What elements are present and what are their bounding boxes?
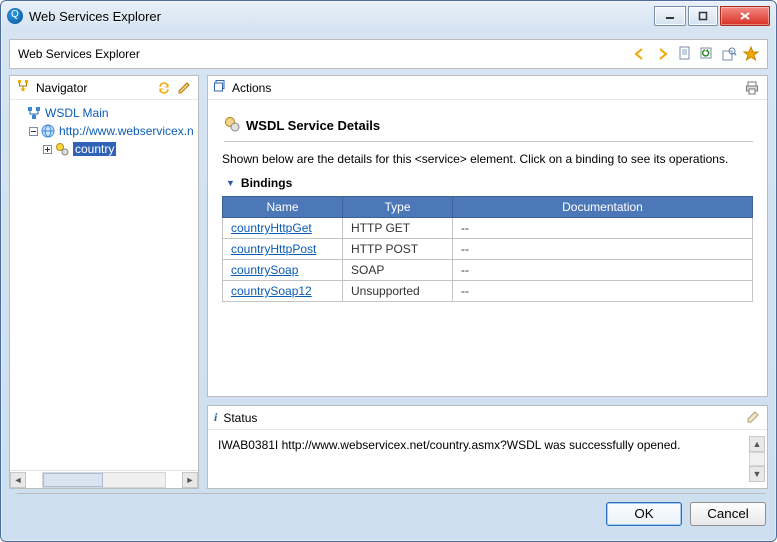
status-panel: i Status IWAB0381I http://www.webservice…	[207, 405, 768, 489]
titlebar[interactable]: Web Services Explorer	[1, 1, 776, 31]
gears-icon	[54, 141, 70, 157]
status-title: Status	[223, 411, 739, 425]
header-title: Web Services Explorer	[18, 47, 633, 61]
wsdl-root-icon	[26, 105, 42, 121]
tree-wsdl-label[interactable]: http://www.webservicex.n	[59, 124, 194, 138]
actions-panel: Actions WSDL Service Details Shown below…	[207, 75, 768, 397]
table-row: countryHttpGet HTTP GET --	[223, 218, 753, 239]
status-message: IWAB0381I http://www.webservicex.net/cou…	[218, 438, 680, 452]
col-type: Type	[343, 197, 453, 218]
window-frame: Web Services Explorer Web Services Explo…	[0, 0, 777, 542]
content-area: Web Services Explorer Navigator	[9, 31, 768, 533]
status-vscroll[interactable]: ▲ ▼	[749, 436, 765, 482]
scroll-thumb[interactable]	[43, 473, 103, 487]
binding-doc: --	[453, 218, 753, 239]
app-icon	[7, 8, 23, 24]
refresh-icon[interactable]	[699, 46, 715, 62]
table-row: countryHttpPost HTTP POST --	[223, 239, 753, 260]
navigator-header: Navigator	[10, 76, 198, 100]
clear-icon[interactable]	[745, 410, 761, 426]
binding-doc: --	[453, 260, 753, 281]
scroll-track[interactable]	[749, 452, 765, 466]
details-heading-text: WSDL Service Details	[246, 118, 380, 133]
tree-service[interactable]: country	[12, 140, 196, 158]
details-note: Shown below are the details for this <se…	[222, 152, 753, 166]
scroll-down-icon[interactable]: ▼	[749, 466, 765, 482]
header-bar: Web Services Explorer	[9, 39, 768, 69]
status-body: IWAB0381I http://www.webservicex.net/cou…	[208, 430, 767, 488]
scroll-left-icon[interactable]: ◄	[10, 472, 26, 488]
tree-wsdl[interactable]: http://www.webservicex.n	[12, 122, 196, 140]
maximize-icon	[698, 11, 708, 21]
navigator-panel: Navigator WSDL Main	[9, 75, 199, 489]
back-icon[interactable]	[633, 46, 649, 62]
table-row: countrySoap12 Unsupported --	[223, 281, 753, 302]
minimize-icon	[665, 11, 675, 21]
minimize-button[interactable]	[654, 6, 686, 26]
navigator-icon	[16, 79, 30, 96]
bindings-table: Name Type Documentation countryHttpGet H…	[222, 196, 753, 302]
right-column: Actions WSDL Service Details Shown below…	[207, 75, 768, 489]
globe-icon	[40, 123, 56, 139]
details-heading: WSDL Service Details	[224, 116, 753, 142]
window-title: Web Services Explorer	[29, 9, 652, 24]
print-icon[interactable]	[745, 80, 761, 96]
edit-icon[interactable]	[176, 80, 192, 96]
binding-link[interactable]: countrySoap12	[231, 284, 312, 298]
navigator-hscroll[interactable]: ◄ ►	[10, 470, 198, 488]
table-row: countrySoap SOAP --	[223, 260, 753, 281]
star-icon[interactable]	[743, 46, 759, 62]
table-header-row: Name Type Documentation	[223, 197, 753, 218]
scroll-track[interactable]	[42, 472, 166, 488]
navigator-title: Navigator	[36, 81, 150, 95]
tree-root-label[interactable]: WSDL Main	[45, 106, 109, 120]
bindings-title: Bindings	[241, 176, 292, 190]
tree-root[interactable]: WSDL Main	[12, 104, 196, 122]
binding-link[interactable]: countryHttpPost	[231, 242, 316, 256]
binding-type: SOAP	[343, 260, 453, 281]
footer: OK Cancel	[9, 489, 768, 533]
bindings-section[interactable]: ▼ Bindings	[226, 176, 753, 190]
binding-doc: --	[453, 281, 753, 302]
navigator-tree[interactable]: WSDL Main http://www.webservicex.n count…	[10, 100, 198, 470]
close-button[interactable]	[720, 6, 770, 26]
close-icon	[739, 11, 751, 21]
cancel-button[interactable]: Cancel	[690, 502, 766, 526]
header-toolbar	[633, 46, 759, 62]
actions-header: Actions	[208, 76, 767, 100]
scroll-right-icon[interactable]: ►	[182, 472, 198, 488]
expander-plus-icon[interactable]	[40, 145, 54, 154]
sync-icon[interactable]	[156, 80, 172, 96]
lookup-icon[interactable]	[721, 46, 737, 62]
window-controls	[652, 6, 770, 26]
body-row: Navigator WSDL Main	[9, 75, 768, 489]
binding-type: HTTP GET	[343, 218, 453, 239]
forward-icon[interactable]	[655, 46, 671, 62]
status-header: i Status	[208, 406, 767, 430]
caret-down-icon: ▼	[226, 178, 235, 188]
separator	[17, 493, 766, 494]
col-name: Name	[223, 197, 343, 218]
binding-doc: --	[453, 239, 753, 260]
info-icon: i	[214, 410, 217, 425]
ok-button[interactable]: OK	[606, 502, 682, 526]
maximize-button[interactable]	[688, 6, 718, 26]
binding-link[interactable]: countryHttpGet	[231, 221, 312, 235]
tree-service-label[interactable]: country	[73, 142, 116, 156]
actions-title: Actions	[232, 81, 739, 95]
col-doc: Documentation	[453, 197, 753, 218]
scroll-up-icon[interactable]: ▲	[749, 436, 765, 452]
document-icon[interactable]	[677, 46, 693, 62]
service-icon	[224, 116, 240, 135]
binding-type: HTTP POST	[343, 239, 453, 260]
actions-body: WSDL Service Details Shown below are the…	[208, 100, 767, 316]
restore-icon[interactable]	[214, 80, 226, 95]
expander-minus-icon[interactable]	[26, 127, 40, 136]
binding-link[interactable]: countrySoap	[231, 263, 298, 277]
binding-type: Unsupported	[343, 281, 453, 302]
